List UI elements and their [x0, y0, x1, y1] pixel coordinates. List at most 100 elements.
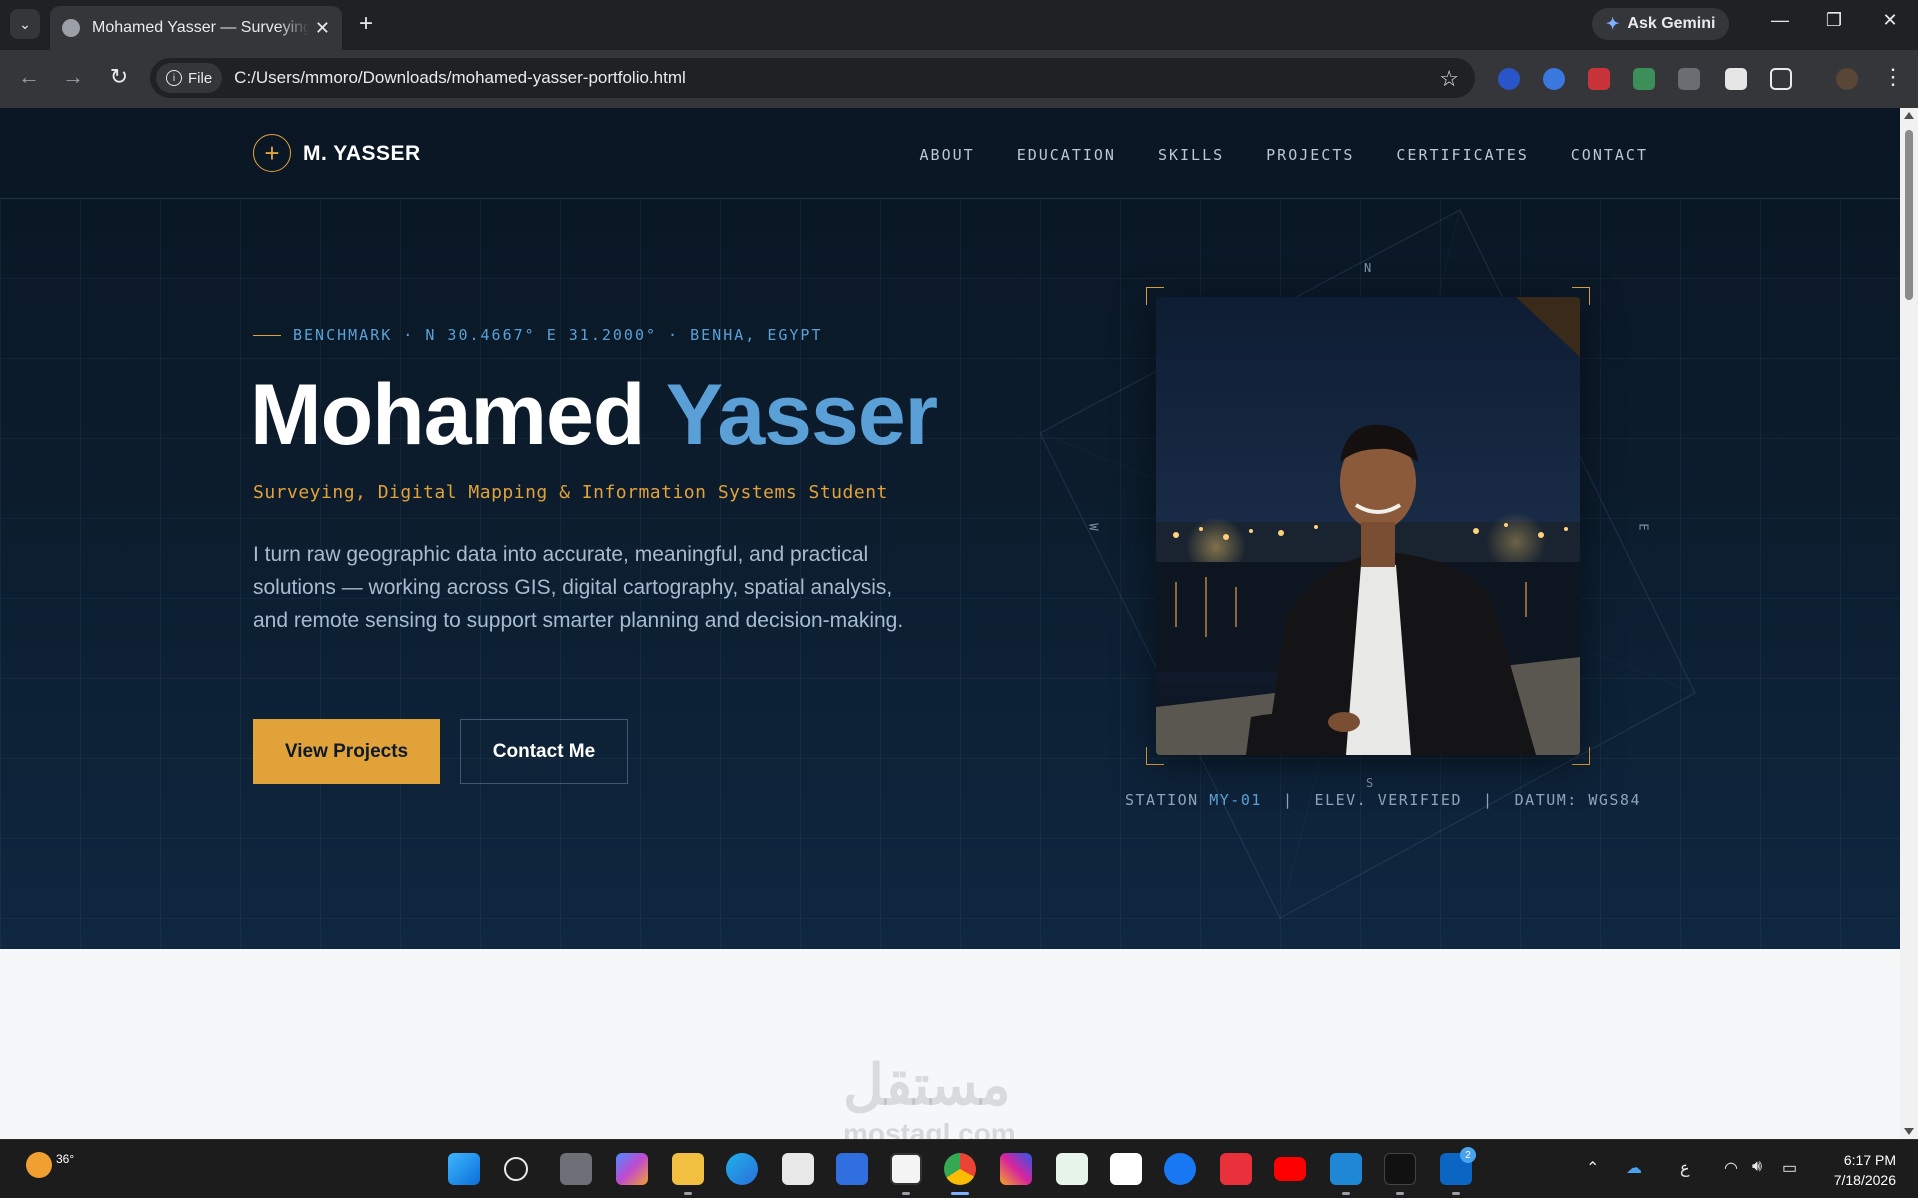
compass-south-label: S: [1366, 776, 1374, 790]
copilot-icon[interactable]: [616, 1153, 648, 1185]
benchmark-coordinates: BENCHMARK · N 30.4667° E 31.2000° · BENH…: [253, 326, 822, 344]
file-explorer-running-dot: [684, 1192, 692, 1195]
edge-browser-icon[interactable]: [726, 1153, 758, 1185]
ask-gemini-button[interactable]: ✦ Ask Gemini: [1592, 8, 1730, 40]
clock-time: 6:17 PM: [1843, 1152, 1896, 1168]
intro-paragraph: I turn raw geographic data into accurate…: [253, 543, 904, 632]
site-logo-text[interactable]: M. YASSER: [303, 142, 421, 166]
nav-link-education[interactable]: EDUCATION: [1017, 146, 1116, 164]
nav-link-projects[interactable]: PROJECTS: [1266, 146, 1354, 164]
input-language-indicator[interactable]: ع: [1680, 1158, 1690, 1178]
url-text[interactable]: C:/Users/mmoro/Downloads/mohamed-yasser-…: [234, 68, 686, 88]
scrollbar-thumb[interactable]: [1905, 130, 1913, 300]
globe-favicon-icon: [62, 19, 80, 37]
role-subtitle: Surveying, Digital Mapping & Information…: [253, 482, 888, 503]
onedrive-cloud-icon[interactable]: ☁: [1626, 1158, 1642, 1178]
vscode-running-dot: [1342, 1192, 1350, 1195]
page-viewport: + M. YASSER ABOUT EDUCATION SKILLS PROJE…: [0, 108, 1918, 1139]
hero-first-name: Mohamed: [250, 367, 645, 463]
info-icon: i: [166, 70, 182, 86]
search-icon[interactable]: [504, 1157, 528, 1181]
clock-date: 7/18/2026: [1833, 1172, 1896, 1188]
windows-taskbar: 36° 2 ⌃ ☁ ع ◠ 🔊︎ ▭ 6:17 PM 7/18/2026: [0, 1139, 1918, 1198]
nav-link-about[interactable]: ABOUT: [920, 146, 975, 164]
nav-link-certificates[interactable]: CERTIFICATES: [1396, 146, 1528, 164]
extension-chart-icon[interactable]: [1633, 68, 1655, 90]
page-scrollbar[interactable]: [1900, 108, 1918, 1139]
station-id: MY-01: [1209, 791, 1262, 809]
system-clock[interactable]: 6:17 PM 7/18/2026: [1834, 1150, 1896, 1190]
reload-icon[interactable]: ↻: [104, 64, 134, 90]
back-arrow-icon[interactable]: ←: [14, 64, 44, 90]
tab-search-chevron-icon[interactable]: ⌄: [10, 9, 40, 39]
tab-close-icon[interactable]: ✕: [315, 18, 330, 39]
task-view-icon[interactable]: [560, 1153, 592, 1185]
bookmark-star-icon[interactable]: ☆: [1439, 66, 1459, 92]
show-hidden-icons-chevron-icon[interactable]: ⌃: [1586, 1158, 1599, 1178]
browser-toolbar: ← → ↻ i File C:/Users/mmoro/Downloads/mo…: [0, 50, 1918, 108]
scroll-up-arrow-icon[interactable]: [1904, 112, 1914, 119]
ask-gemini-label: Ask Gemini: [1627, 15, 1716, 32]
close-window-icon[interactable]: ✕: [1870, 10, 1910, 31]
benchmark-rule: [253, 334, 281, 336]
contact-me-button[interactable]: Contact Me: [460, 719, 628, 784]
linkedin-running-dot: [1452, 1192, 1460, 1195]
hero-section: + M. YASSER ABOUT EDUCATION SKILLS PROJE…: [0, 108, 1900, 949]
facebook-icon[interactable]: [1164, 1153, 1196, 1185]
nav-link-skills[interactable]: SKILLS: [1158, 146, 1224, 164]
notes-app-icon[interactable]: [890, 1153, 922, 1185]
extension-grey-icon[interactable]: [1678, 68, 1700, 90]
microsoft-store-icon[interactable]: [782, 1153, 814, 1185]
extension-badge-icon[interactable]: [1725, 68, 1747, 90]
extension-record-icon[interactable]: [1588, 68, 1610, 90]
extension-help-icon[interactable]: [1543, 68, 1565, 90]
logo-crosshair-icon[interactable]: +: [253, 134, 291, 172]
tiktok-icon[interactable]: [1384, 1153, 1416, 1185]
extension-shield-icon[interactable]: [1498, 68, 1520, 90]
chrome-icon[interactable]: [944, 1153, 976, 1185]
restore-window-icon[interactable]: ❐: [1814, 10, 1854, 31]
volume-icon[interactable]: 🔊︎: [1752, 1158, 1762, 1176]
hero-name-heading: Mohamed Yasser: [250, 366, 938, 465]
ms-todo-icon[interactable]: [836, 1153, 868, 1185]
browser-tabstrip: ⌄ Mohamed Yasser — Surveying & Digital M…: [0, 0, 1918, 50]
stocks-app-icon[interactable]: [1056, 1153, 1088, 1185]
extensions-puzzle-icon[interactable]: [1770, 68, 1792, 90]
nav-link-contact[interactable]: CONTACT: [1571, 146, 1648, 164]
site-info-chip[interactable]: i File: [156, 63, 223, 93]
new-tab-button[interactable]: +: [352, 10, 380, 38]
profile-avatar[interactable]: [1836, 68, 1858, 90]
station-details: | ELEV. VERIFIED | DATUM: WGS84: [1261, 791, 1642, 809]
wifi-icon[interactable]: ◠: [1724, 1158, 1738, 1178]
benchmark-text: BENCHMARK · N 30.4667° E 31.2000° · BENH…: [293, 326, 823, 344]
tab-title: Mohamed Yasser — Surveying & Digital Map…: [92, 19, 310, 36]
minimize-window-icon[interactable]: —: [1760, 10, 1800, 31]
browser-menu-kebab-icon[interactable]: ⋮: [1878, 64, 1908, 90]
profile-photo: [1156, 297, 1580, 755]
start-windows-icon[interactable]: [448, 1153, 480, 1185]
battery-icon[interactable]: ▭: [1782, 1158, 1797, 1178]
hero-last-name: Yasser: [665, 367, 938, 463]
station-caption: STATION MY-01 | ELEV. VERIFIED | DATUM: …: [1125, 791, 1641, 809]
instagram-icon[interactable]: [1000, 1153, 1032, 1185]
tiktok-running-dot: [1396, 1192, 1404, 1195]
amazon-icon[interactable]: [1110, 1153, 1142, 1185]
wps-office-icon[interactable]: [1220, 1153, 1252, 1185]
compass-east-label: E: [1636, 523, 1651, 531]
weather-sun-icon: [26, 1152, 52, 1178]
weather-widget[interactable]: 36°: [26, 1152, 74, 1178]
chrome-active-indicator: [951, 1192, 969, 1195]
vscode-icon[interactable]: [1330, 1153, 1362, 1185]
linkedin-notification-badge: 2: [1460, 1147, 1476, 1163]
view-projects-button[interactable]: View Projects: [253, 719, 440, 784]
compass-north-label: N: [1364, 261, 1372, 275]
forward-arrow-icon[interactable]: →: [58, 64, 88, 90]
compass-west-label: W: [1086, 523, 1101, 531]
browser-tab-active[interactable]: Mohamed Yasser — Surveying & Digital Map…: [50, 6, 342, 50]
portfolio-page: + M. YASSER ABOUT EDUCATION SKILLS PROJE…: [0, 108, 1900, 1139]
station-prefix: STATION: [1125, 791, 1210, 809]
youtube-icon[interactable]: [1274, 1157, 1306, 1181]
scroll-down-arrow-icon[interactable]: [1904, 1128, 1914, 1135]
address-bar[interactable]: i File C:/Users/mmoro/Downloads/mohamed-…: [150, 58, 1475, 98]
file-explorer-icon[interactable]: [672, 1153, 704, 1185]
